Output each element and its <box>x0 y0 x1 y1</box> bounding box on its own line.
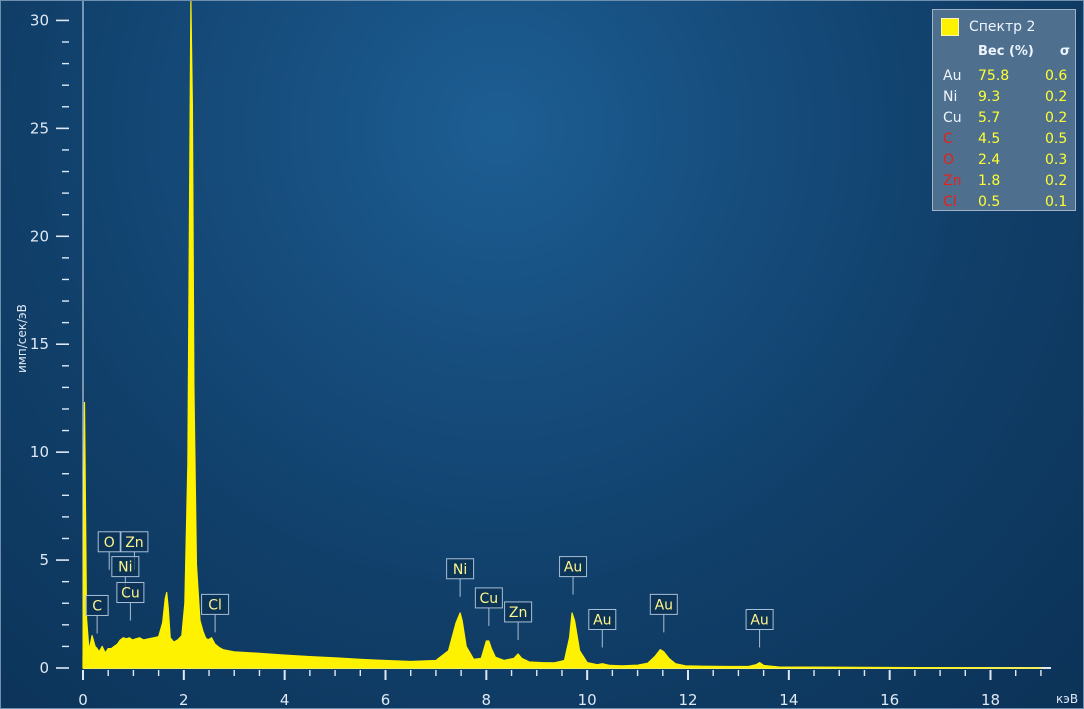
legend-row-o: O 2.4 0.3 <box>943 149 1068 170</box>
legend-weight-value: 1.8 <box>978 172 1001 189</box>
x-tick-label: 8 <box>482 691 492 709</box>
legend-weight-value: 4.5 <box>978 130 1001 147</box>
legend-element-warning: Cl <box>943 193 957 210</box>
peak-label-text: O <box>104 535 115 551</box>
spectrum-chart-window: 051015202530024681012141618 AuCOZnNiCuCl… <box>0 0 1084 709</box>
legend-sigma-value: 0.2 <box>1045 109 1068 126</box>
legend-element: Au <box>943 67 962 84</box>
spectrum-chart: 051015202530024681012141618 AuCOZnNiCuCl… <box>15 1 1078 709</box>
legend-sigma-value: 0.3 <box>1045 151 1068 168</box>
legend-series-swatch <box>941 18 959 36</box>
legend-column-headers: Вес (%) σ <box>978 44 1070 59</box>
y-tick-label: 30 <box>30 11 49 29</box>
legend-weight-value: 75.8 <box>978 67 1010 84</box>
legend-element-warning: C <box>943 130 953 147</box>
x-tick-label: 2 <box>179 691 189 709</box>
peak-label-text: Au <box>655 597 673 613</box>
legend-weight-value: 0.5 <box>978 193 1001 210</box>
peak-label-text: Ni <box>453 562 467 578</box>
legend-series-name: Спектр 2 <box>969 19 1036 35</box>
peak-label: Cu <box>116 582 145 621</box>
y-tick-label: 25 <box>30 119 49 137</box>
y-tick-label: 15 <box>30 335 49 353</box>
legend-sigma-value: 0.2 <box>1045 88 1068 105</box>
y-tick-label: 10 <box>30 443 49 461</box>
x-tick-label: 10 <box>578 691 597 709</box>
peak-label-text: Au <box>750 612 768 628</box>
legend-row-zn: Zn 1.8 0.2 <box>943 170 1068 191</box>
legend-weight-value: 9.3 <box>978 88 1001 105</box>
x-tick-label: 18 <box>981 691 1000 709</box>
peak-label-text: Au <box>564 560 582 576</box>
legend-sigma-value: 0.1 <box>1045 193 1068 210</box>
legend-row-c: C 4.5 0.5 <box>943 128 1068 149</box>
peak-label-text: C <box>92 598 102 614</box>
peak-label-text: Ni <box>118 560 132 576</box>
legend-row-cu: Cu 5.7 0.2 <box>943 107 1068 128</box>
chart-axis-layer: 0 5 10 15 20 25 30 0 2 4 6 8 10 12 14 16 18 <box>30 1 1051 709</box>
legend-sigma-value: 0.2 <box>1045 172 1068 189</box>
y-axis-title: имп/сек/эВ <box>15 304 29 373</box>
x-tick-label: 0 <box>78 691 88 709</box>
peak-label-text: Cu <box>121 586 140 602</box>
spectrum-legend: Спектр 2 Вес (%) σ Au 75.8 0.6 Ni 9.3 0.… <box>932 9 1076 211</box>
peak-label: C <box>85 594 109 634</box>
y-tick-label: 20 <box>30 227 49 245</box>
y-tick-label: 0 <box>39 659 49 677</box>
legend-sigma-header: σ <box>1059 44 1070 59</box>
peak-label-text: Au <box>593 612 611 628</box>
peak-label: Au <box>588 608 617 648</box>
legend-weight-value: 2.4 <box>978 151 1001 168</box>
x-axis-title: кэВ <box>1056 692 1078 706</box>
legend-weight-header: Вес (%) <box>978 44 1034 59</box>
legend-element-warning: Zn <box>943 172 962 189</box>
peak-label-text: Cl <box>208 597 222 613</box>
peak-label-text: Cu <box>480 591 499 607</box>
x-tick-label: 4 <box>280 691 290 709</box>
legend-weight-value: 5.7 <box>978 109 1001 126</box>
legend-row-ni: Ni 9.3 0.2 <box>943 86 1068 107</box>
legend-row-cl: Cl 0.5 0.1 <box>943 191 1068 212</box>
legend-title-row: Спектр 2 <box>941 18 1035 36</box>
legend-element-table: Au 75.8 0.6 Ni 9.3 0.2 Cu 5.7 0.2 C 4.5 … <box>943 65 1068 212</box>
legend-element: Ni <box>943 88 958 105</box>
x-tick-label: 14 <box>779 691 798 709</box>
legend-row-au: Au 75.8 0.6 <box>943 65 1068 86</box>
peak-label: Au <box>559 556 588 595</box>
y-tick-label: 5 <box>39 551 49 569</box>
peak-label-text: Zn <box>509 605 527 621</box>
peak-label: Au <box>745 608 774 648</box>
peak-label: Cu <box>474 587 503 626</box>
peak-label-text: Zn <box>125 535 143 551</box>
x-tick-label: 6 <box>381 691 391 709</box>
legend-element: Cu <box>943 109 962 126</box>
peak-label: Ni <box>446 558 475 597</box>
legend-sigma-value: 0.5 <box>1045 130 1068 147</box>
legend-element-warning: O <box>943 151 955 168</box>
legend-sigma-value: 0.6 <box>1045 67 1068 84</box>
x-tick-label: 12 <box>678 691 697 709</box>
x-tick-label: 16 <box>880 691 899 709</box>
peak-label: Cl <box>201 593 230 633</box>
peak-label: Au <box>649 593 678 633</box>
peak-label: Zn <box>504 601 533 640</box>
